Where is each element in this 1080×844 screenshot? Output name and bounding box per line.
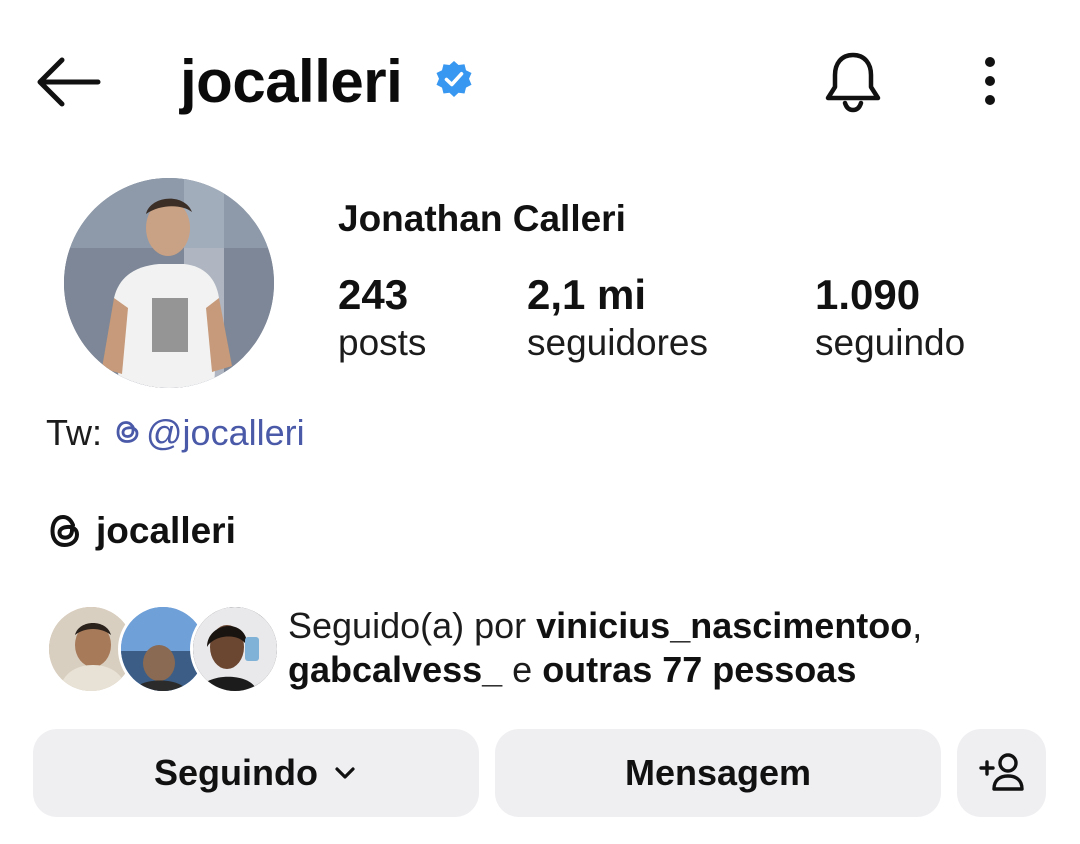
following-button[interactable]: Seguindo — [33, 729, 479, 817]
followed-by-user: vinicius_nascimentoo — [536, 605, 913, 646]
profile-bio: Tw: @jocalleri — [46, 410, 305, 460]
followed-by-separator: , — [912, 605, 923, 646]
profile-avatar[interactable] — [64, 178, 274, 388]
posts-count-value: 243 — [338, 271, 409, 318]
threads-icon — [112, 414, 144, 460]
more-options-button[interactable] — [970, 50, 1010, 114]
chevron-down-icon — [335, 767, 355, 779]
following-count[interactable]: 1.090 seguindo — [815, 270, 965, 366]
add-person-icon — [978, 753, 1024, 791]
followed-by-prefix: Seguido(a) por — [288, 605, 537, 646]
posts-count-label: posts — [338, 322, 427, 363]
followed-by-user: gabcalvess_ — [288, 649, 503, 690]
profile-full-name: Jonathan Calleri — [338, 198, 626, 239]
back-button[interactable] — [32, 50, 104, 114]
mutual-follower-avatar — [190, 604, 280, 694]
followers-count[interactable]: 2,1 mi seguidores — [527, 270, 708, 366]
more-vertical-icon — [985, 57, 995, 105]
notifications-button[interactable] — [818, 46, 888, 116]
bio-prefix: Tw: — [46, 412, 113, 453]
followed-by-others: outras 77 pessoas — [542, 649, 857, 690]
verified-badge-icon — [434, 59, 474, 99]
mutual-followers-avatars[interactable] — [46, 604, 280, 694]
following-button-label: Seguindo — [154, 752, 318, 793]
threads-icon — [50, 514, 80, 548]
message-button-label: Mensagem — [624, 752, 812, 793]
followers-count-value: 2,1 mi — [527, 271, 647, 318]
message-button[interactable]: Mensagem — [495, 729, 941, 817]
bio-link-text: @jocalleri — [146, 412, 305, 453]
following-count-label: seguindo — [815, 322, 966, 363]
followed-by-text[interactable]: Seguido(a) por vinicius_nascimentoo, gabc… — [288, 604, 1028, 692]
arrow-left-icon — [37, 57, 101, 107]
bio-threads-link[interactable]: @jocalleri — [112, 412, 305, 453]
suggested-users-button[interactable] — [957, 729, 1046, 817]
threads-profile-link[interactable]: jocalleri — [46, 506, 236, 556]
followers-count-label: seguidores — [527, 322, 709, 363]
posts-count[interactable]: 243 posts — [338, 270, 426, 366]
threads-handle: jocalleri — [96, 510, 236, 551]
followed-by-conjunction: e — [502, 649, 543, 690]
bell-icon — [825, 52, 881, 113]
following-count-value: 1.090 — [815, 271, 921, 318]
profile-username: jocalleri — [180, 48, 403, 115]
